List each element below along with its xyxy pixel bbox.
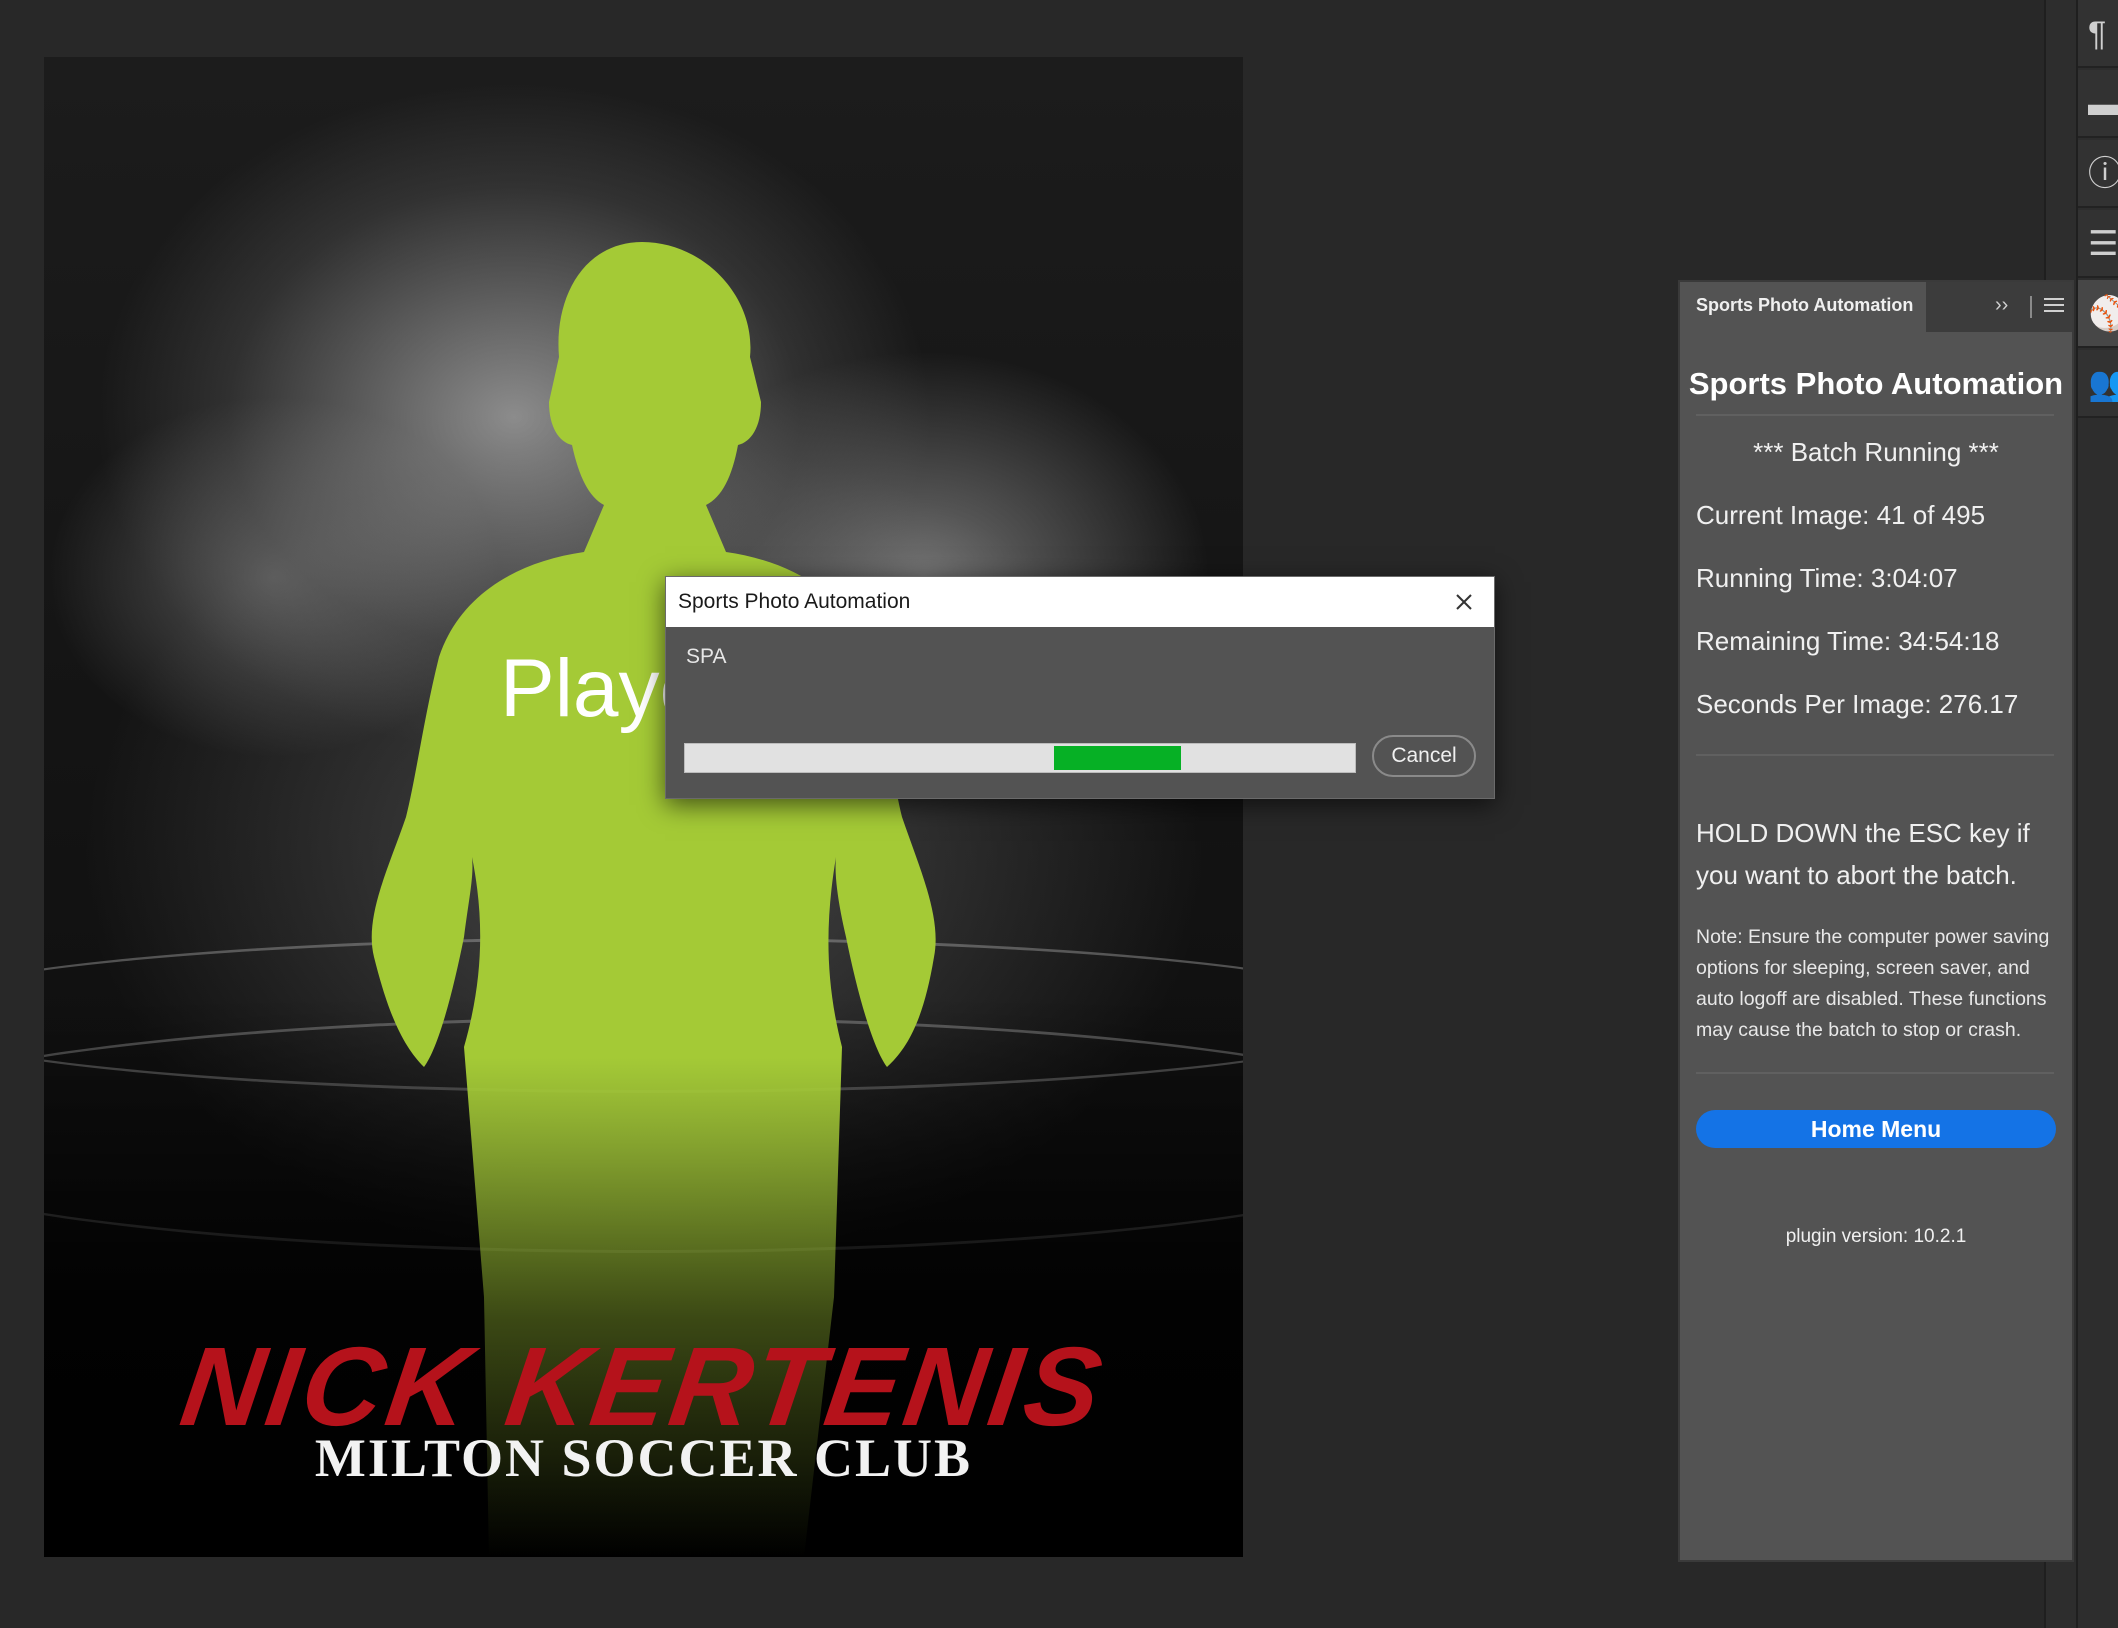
divider	[1696, 1072, 2054, 1074]
canvas-document: Player NICK KERTENIS MILTON SOCCER CLUB	[44, 57, 1243, 1557]
remaining-time-stat: Remaining Time: 34:54:18	[1696, 626, 2000, 656]
home-menu-button[interactable]: Home Menu	[1696, 1110, 2056, 1148]
people-icon[interactable]: 👥	[2078, 350, 2118, 418]
cancel-button[interactable]: Cancel	[1372, 735, 1476, 777]
paragraph-icon[interactable]: ¶	[2078, 0, 2118, 68]
club-name-text: MILTON SOCCER CLUB	[314, 1428, 973, 1488]
panel-heading: Sports Photo Automation	[1688, 366, 2064, 401]
panel-menu-icon[interactable]	[2044, 294, 2064, 316]
esc-warning-text: HOLD DOWN the ESC key if you want to abo…	[1696, 818, 2030, 890]
seconds-per-image-stat: Seconds Per Image: 276.17	[1696, 689, 2019, 719]
plugin-version: plugin version: 10.2.1	[1785, 1226, 1967, 1247]
sports-photo-automation-panel: Sports Photo Automation ›› Sports Photo …	[1678, 280, 2074, 1562]
running-time-stat: Running Time: 3:04:07	[1696, 563, 1958, 593]
progress-dialog: Sports Photo Automation SPA Cancel	[665, 576, 1495, 799]
close-icon[interactable]	[1452, 590, 1476, 614]
tab-separator	[2030, 296, 2032, 318]
progress-bar-fill	[1054, 746, 1181, 770]
properties-icon[interactable]: ☰	[2078, 210, 2118, 278]
dialog-title: Sports Photo Automation	[678, 590, 911, 613]
layer-comps-icon[interactable]: ▬	[2078, 70, 2118, 138]
current-image-stat: Current Image: 41 of 495	[1696, 500, 1986, 530]
dialog-message: SPA	[686, 645, 727, 668]
info-icon[interactable]: ⓘ	[2078, 140, 2118, 208]
divider	[1696, 414, 2054, 416]
power-note-text: Note: Ensure the computer power saving o…	[1696, 926, 2050, 1041]
progress-bar	[684, 743, 1356, 773]
dialog-titlebar: Sports Photo Automation	[666, 577, 1494, 627]
sports-ball-icon[interactable]: ⚾	[2078, 280, 2118, 348]
panel-tab-bar: Sports Photo Automation ››	[1680, 282, 2072, 332]
panel-tab[interactable]: Sports Photo Automation	[1680, 282, 1926, 332]
batch-status: *** Batch Running ***	[1753, 437, 1999, 467]
divider	[1696, 754, 2054, 756]
collapse-panel-icon[interactable]: ››	[1995, 294, 2008, 317]
